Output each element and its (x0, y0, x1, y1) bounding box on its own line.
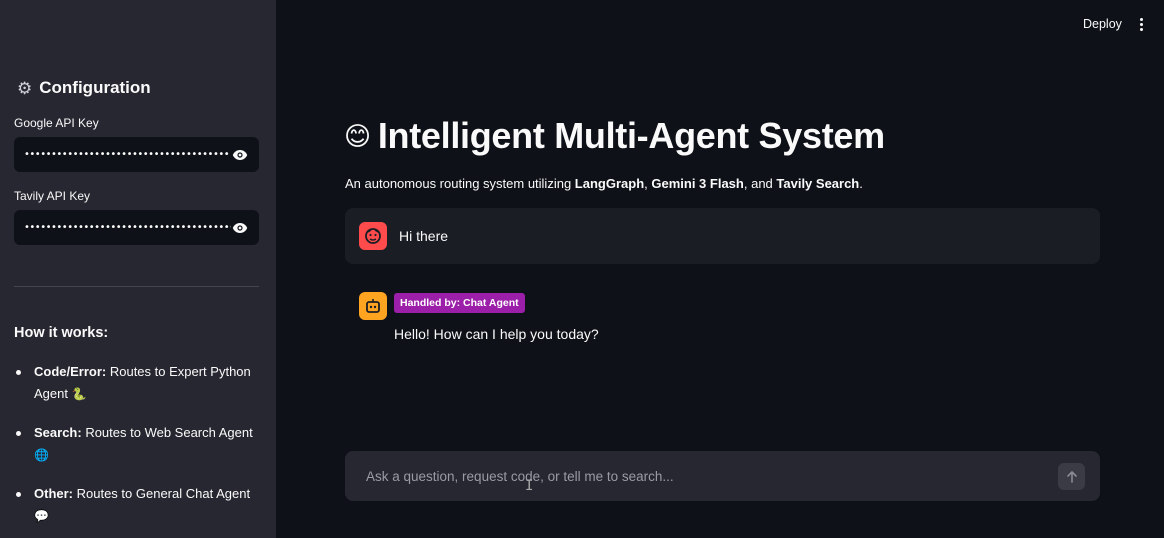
subtitle-text: An autonomous routing system utilizing (345, 176, 575, 191)
subtitle-text: , and (743, 176, 777, 191)
gear-icon: ⚙ (17, 78, 33, 98)
route-text: Routes to Web Search Agent (81, 425, 253, 440)
how-it-works-title: How it works: (14, 325, 109, 341)
chat-input[interactable] (366, 468, 1058, 484)
arrow-up-icon (1066, 470, 1077, 483)
handled-by-badge: Handled by: Chat Agent (394, 293, 525, 313)
how-it-works-list: Code/Error: Routes to Expert Python Agen… (14, 361, 259, 538)
speech-bubble-icon: 💬 (34, 509, 49, 523)
eye-icon[interactable] (231, 146, 249, 164)
eye-icon[interactable] (231, 219, 249, 237)
bot-message-text: Hello! How can I help you today? (394, 326, 599, 342)
google-api-key-label: Google API Key (14, 116, 99, 130)
subtitle-text: . (859, 176, 863, 191)
user-avatar-icon (359, 222, 387, 250)
config-title: Configuration (39, 78, 151, 97)
list-item: Code/Error: Routes to Expert Python Agen… (14, 361, 259, 405)
bot-avatar-icon (359, 292, 387, 320)
sidebar: ⚙ Configuration Google API Key •••••••••… (0, 0, 276, 538)
user-message: Hi there (345, 208, 1100, 264)
send-button[interactable] (1058, 462, 1085, 490)
list-item: Other: Routes to General Chat Agent 💬 (14, 483, 259, 527)
page-title-text: Intelligent Multi-Agent System (377, 115, 885, 156)
tavily-api-key-field[interactable]: ••••••••••••••••••••••••••••••••••••••••… (14, 210, 259, 245)
sidebar-divider (14, 286, 259, 287)
chat-input-bar (345, 451, 1100, 501)
google-api-key-field[interactable]: •••••••••••••••••••••••••••••••••••••• (14, 137, 259, 172)
deploy-button[interactable]: Deploy (1083, 17, 1122, 31)
page-subtitle: An autonomous routing system utilizing L… (345, 176, 863, 191)
snake-icon: 🐍 (71, 387, 87, 401)
user-message-text: Hi there (399, 228, 449, 244)
route-text: Routes to General Chat Agent (73, 486, 251, 501)
more-options-icon[interactable] (1133, 14, 1149, 34)
page-title: 😊 Intelligent Multi-Agent System (344, 115, 885, 157)
tavily-api-key-value[interactable]: ••••••••••••••••••••••••••••••••••••••••… (24, 222, 231, 233)
route-label: Search: (34, 425, 82, 440)
route-label: Code/Error: (34, 364, 107, 379)
google-api-key-value[interactable]: •••••••••••••••••••••••••••••••••••••• (24, 149, 231, 160)
subtitle-langgraph: LangGraph (574, 176, 645, 191)
route-label: Other: (34, 486, 73, 501)
config-header: ⚙ Configuration (17, 78, 151, 98)
text-cursor-icon: I (525, 478, 534, 494)
subtitle-tavily: Tavily Search (776, 176, 860, 191)
tavily-api-key-label: Tavily API Key (14, 189, 91, 203)
list-item: Search: Routes to Web Search Agent 🌐 (14, 422, 259, 466)
subtitle-gemini: Gemini 3 Flash (651, 176, 744, 191)
globe-icon: 🌐 (34, 448, 49, 462)
smile-icon: 😊 (344, 120, 371, 151)
